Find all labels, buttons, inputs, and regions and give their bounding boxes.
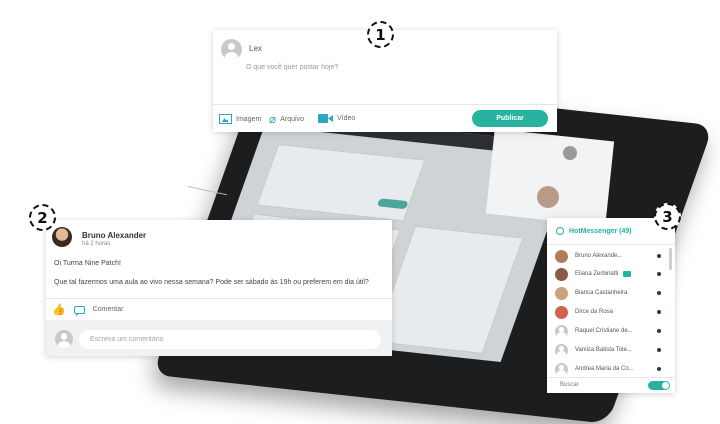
post-timestamp: há 2 horas [82, 241, 111, 247]
like-icon[interactable]: 👍 [52, 303, 66, 316]
messenger-panel: HotMessenger (49) Bruno Alexande... Elia… [547, 218, 675, 393]
tablet-profile-card [485, 128, 615, 227]
contact-name: Eliana Zerbinatti [575, 271, 619, 277]
post-text-line: Que tal fazermos uma aula ao vivo nessa … [54, 279, 369, 286]
attach-image-label: Imagem [236, 115, 262, 123]
composer-input[interactable]: O que você quer postar hoje? [246, 64, 338, 71]
status-dot [657, 272, 661, 276]
marker-3: 3 [654, 203, 681, 230]
status-dot [657, 291, 661, 295]
commenter-avatar [55, 330, 73, 348]
post-author[interactable]: Bruno Alexander [82, 231, 146, 240]
attach-image-button[interactable]: Imagem [219, 114, 261, 124]
user-avatar [221, 39, 242, 60]
author-avatar [52, 227, 72, 247]
attachment-icon: ⌀ [269, 112, 277, 126]
status-dot [657, 254, 661, 258]
tablet-messenger [373, 225, 524, 354]
contact-name: Bianca Castanheira [575, 290, 628, 296]
attach-video-button[interactable]: Vídeo [318, 114, 355, 123]
contact-avatar [555, 286, 568, 300]
contact-name: Bruno Alexande... [575, 253, 623, 259]
comment-input[interactable] [79, 330, 381, 349]
comment-button[interactable]: Comentar [93, 306, 124, 313]
attach-file-label: Arquivo [280, 115, 304, 123]
status-dot [657, 310, 661, 314]
marker-2: 2 [29, 204, 56, 231]
contact-item[interactable]: Bruno Alexande... [555, 247, 665, 265]
attach-video-label: Vídeo [337, 115, 356, 122]
messenger-search[interactable]: Buscar [560, 382, 579, 388]
contact-item[interactable]: Eliana Zerbinatti [555, 265, 665, 283]
composer-user-name: Lex [249, 44, 262, 53]
comment-icon[interactable] [73, 305, 85, 314]
contact-avatar [555, 267, 568, 281]
contact-name: Vaniiza Batista Tole... [575, 347, 632, 353]
status-dot [657, 348, 661, 352]
status-dot [657, 367, 661, 371]
contact-name: Andrea Maria da Co... [575, 366, 634, 372]
contact-avatar [555, 362, 568, 376]
contact-avatar [555, 305, 568, 319]
divider [213, 104, 557, 105]
image-icon [219, 114, 232, 124]
online-toggle[interactable] [648, 381, 670, 390]
status-dot [657, 329, 661, 333]
contact-item[interactable]: Dirce da Rosa [555, 303, 665, 321]
publish-button[interactable]: Publicar [472, 110, 548, 127]
contact-avatar [555, 249, 568, 263]
messenger-title: HotMessenger (49) [569, 227, 632, 235]
comment-area [46, 320, 392, 356]
tablet-user-avatar [563, 146, 577, 160]
message-badge-icon [623, 271, 632, 277]
marker-1: 1 [367, 21, 394, 48]
contact-item[interactable]: Bianca Castanheira [555, 284, 665, 302]
contact-item[interactable]: Andrea Maria da Co... [555, 360, 665, 378]
contact-item[interactable]: Raquel Cristiane de... [555, 322, 665, 340]
attach-file-button[interactable]: ⌀ Arquivo [269, 112, 304, 126]
contact-name: Dirce da Rosa [575, 309, 614, 315]
video-icon [318, 114, 333, 123]
divider [46, 298, 392, 299]
messenger-footer: Buscar [547, 377, 675, 393]
chat-icon [556, 227, 564, 235]
contact-avatar [555, 324, 568, 338]
contact-name: Raquel Cristiane de... [575, 328, 633, 334]
post-text-line: Oi Turma Nine Patch! [54, 260, 121, 267]
tablet-post-card [256, 143, 426, 222]
contact-item[interactable]: Vaniiza Batista Tole... [555, 341, 665, 359]
tablet-profile-avatar [537, 186, 559, 208]
contact-avatar [555, 343, 568, 357]
scrollbar[interactable] [669, 248, 672, 270]
post-actions: 👍 Comentar [52, 303, 123, 316]
post-card: Bruno Alexander há 2 horas Oi Turma Nine… [46, 220, 392, 356]
